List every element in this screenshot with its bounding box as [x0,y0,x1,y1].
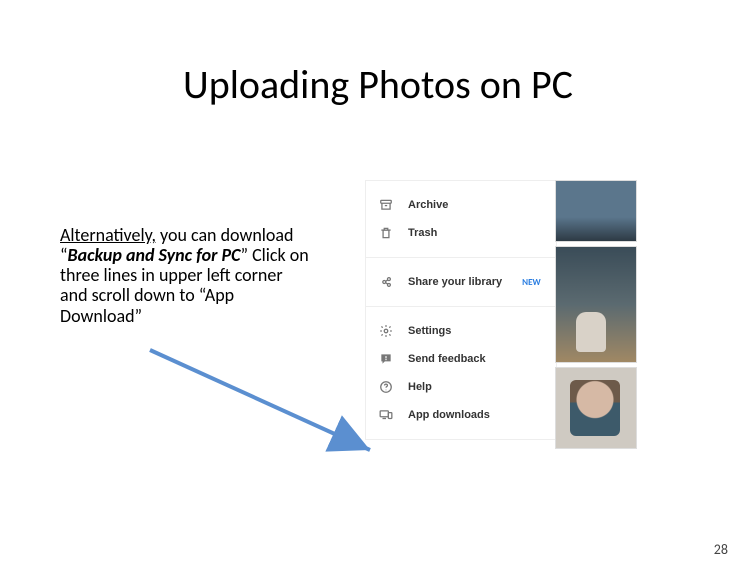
menu-label: Settings [408,325,451,337]
sidebar-menu-panel: Archive Trash Share your library NEW [365,180,557,440]
body-text-prefix: Alternatively, [60,224,156,246]
menu-item-share-library[interactable]: Share your library NEW [366,268,556,296]
new-badge: NEW [522,277,540,288]
menu-label: Help [408,381,432,393]
menu-label: Share your library [408,276,502,288]
photo-thumbnail[interactable] [555,180,637,242]
menu-label: App downloads [408,409,490,421]
menu-group-2: Share your library NEW [366,257,556,306]
slide-title: Uploading Photos on PC [0,60,756,109]
share-icon [378,274,394,290]
menu-item-settings[interactable]: Settings [366,317,556,345]
menu-label: Archive [408,199,448,211]
page-number: 28 [714,541,728,558]
menu-label: Trash [408,227,437,239]
menu-item-trash[interactable]: Trash [366,219,556,247]
slide: Uploading Photos on PC Alternatively, yo… [0,0,756,576]
archive-icon [378,197,394,213]
gear-icon [378,323,394,339]
menu-label: Send feedback [408,353,486,365]
arrow-annotation [145,345,395,465]
menu-group-3: Settings Send feedback Help App download… [366,306,556,439]
menu-group-1: Archive Trash [366,181,556,257]
menu-item-app-downloads[interactable]: App downloads [366,401,556,429]
menu-item-archive[interactable]: Archive [366,191,556,219]
menu-item-help[interactable]: Help [366,373,556,401]
photo-thumbnail-column [555,180,635,449]
photo-thumbnail[interactable] [555,367,637,449]
help-icon [378,379,394,395]
photo-thumbnail[interactable] [555,246,637,363]
devices-icon [378,407,394,423]
menu-item-send-feedback[interactable]: Send feedback [366,345,556,373]
body-text-strong: Backup and Sync for PC [68,244,241,266]
feedback-icon [378,351,394,367]
trash-icon [378,225,394,241]
body-text: Alternatively, you can download “Backup … [60,225,310,326]
